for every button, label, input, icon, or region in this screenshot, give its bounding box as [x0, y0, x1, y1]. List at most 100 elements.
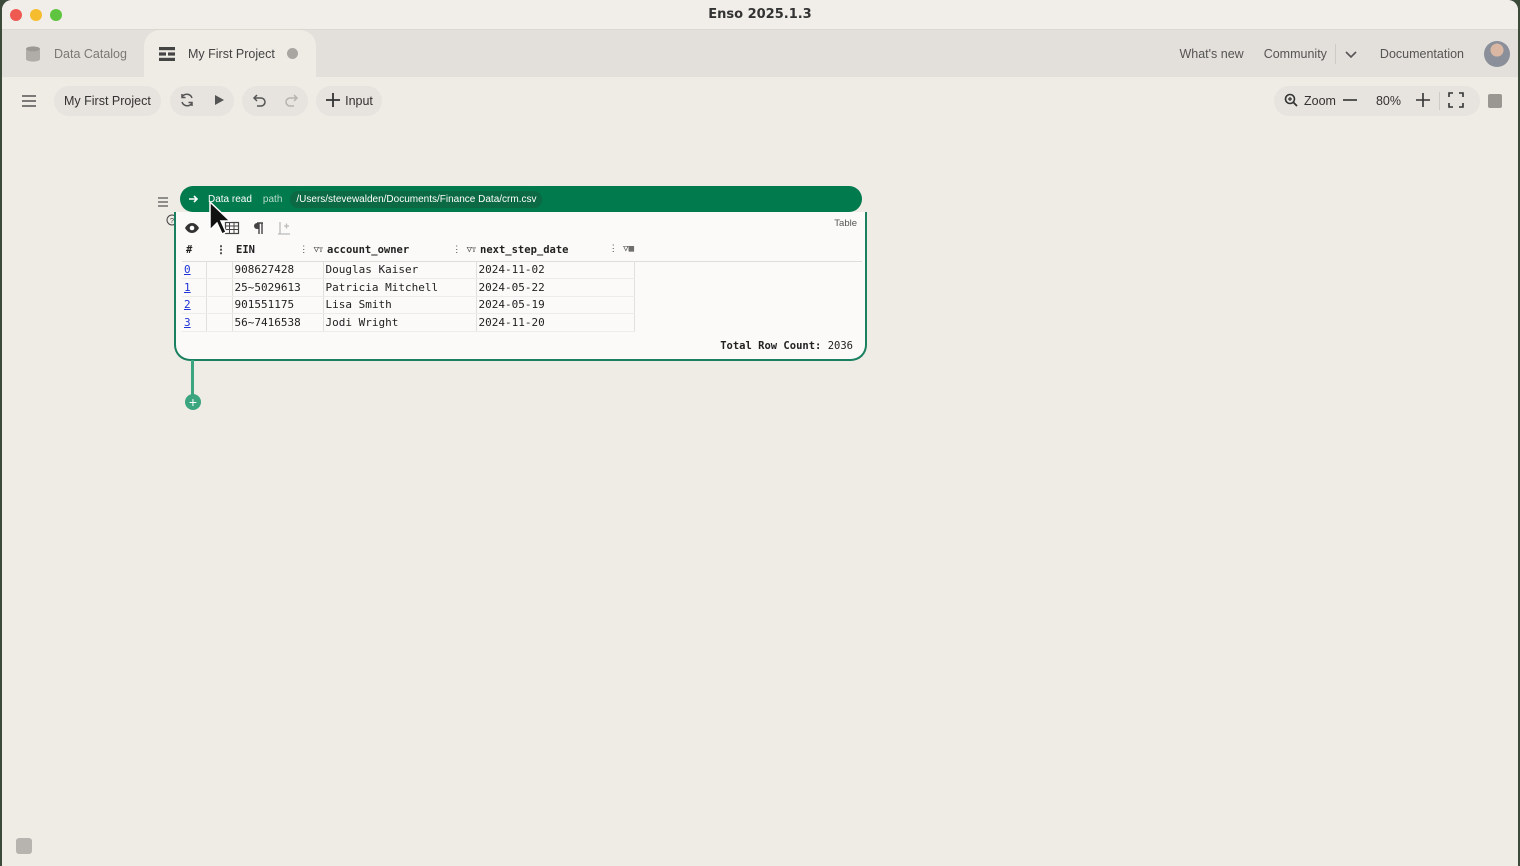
- table-cell: 2024-05-19: [476, 296, 635, 314]
- node-header[interactable]: Data read path /Users/stevewalden/Docume…: [180, 186, 862, 212]
- table-cell: Jodi Wright: [323, 313, 477, 332]
- column-header-label: next_step_date: [480, 244, 569, 257]
- tab-my-first-project[interactable]: My First Project: [144, 30, 316, 77]
- table-cell: [634, 296, 862, 314]
- tab-data-catalog-label: Data Catalog: [54, 46, 127, 61]
- table-cell: [206, 313, 233, 332]
- node-side-menu: ?: [152, 186, 178, 234]
- eye-icon[interactable]: [184, 220, 200, 236]
- table-cell: [634, 314, 862, 332]
- table-cell: 25~5029613: [232, 278, 324, 297]
- row-index-link[interactable]: 1: [182, 278, 207, 297]
- table-header-row: # ⋮ EIN ⋮ ▽ᴛ account_owner ⋮ ▽ᴛ next_step_…: [182, 240, 862, 262]
- table-cell: [634, 261, 862, 279]
- add-node-button[interactable]: +: [185, 394, 201, 410]
- output-connection-line: [191, 360, 194, 396]
- chevron-down-icon[interactable]: [1344, 47, 1358, 61]
- table-cell: 56~7416538: [232, 313, 324, 332]
- table-cell: [634, 279, 862, 297]
- app-window: Enso 2025.1.3 Data Catalog My First Proj…: [2, 0, 1518, 866]
- row-index-link[interactable]: 2: [182, 296, 207, 314]
- user-avatar[interactable]: [1484, 40, 1510, 67]
- table-row[interactable]: 0 908627428 Douglas Kaiser 2024-11-02: [182, 261, 862, 279]
- row-index-link[interactable]: 3: [182, 313, 207, 332]
- column-menu-icon[interactable]: ⋮: [206, 240, 232, 262]
- path-argument-input[interactable]: /Users/stevewalden/Documents/Finance Dat…: [290, 190, 543, 208]
- arrow-right-icon: [182, 188, 204, 210]
- paragraph-icon[interactable]: [250, 220, 266, 236]
- close-tab-button[interactable]: [286, 48, 298, 59]
- zoom-label: Zoom: [1304, 94, 1336, 108]
- table-cell: [206, 296, 233, 314]
- table-row[interactable]: 1 25~5029613 Patricia Mitchell 2024-05-2…: [182, 278, 862, 297]
- undo-icon[interactable]: [251, 92, 267, 111]
- column-filter-icon[interactable]: ⋮ ▽ᴛ: [452, 244, 476, 255]
- data-table: # ⋮ EIN ⋮ ▽ᴛ account_owner ⋮ ▽ᴛ next_step_…: [182, 240, 862, 332]
- table-visualization: Table # ⋮ EIN ⋮ ▽ᴛ account_owner ⋮ ▽ᴛ next…: [174, 212, 867, 361]
- column-header-label: EIN: [236, 244, 255, 257]
- redo-icon[interactable]: [284, 92, 300, 111]
- play-icon[interactable]: [212, 93, 226, 110]
- whats-new-link[interactable]: What's new: [1179, 47, 1243, 61]
- zoom-in-button[interactable]: [1415, 92, 1431, 111]
- zoom-value: 80%: [1375, 94, 1401, 108]
- undo-redo-controls: [242, 86, 308, 116]
- divider: [1334, 43, 1336, 64]
- column-header-account-owner[interactable]: account_owner ⋮ ▽ᴛ: [323, 240, 476, 262]
- node-menu-icon[interactable]: [157, 194, 169, 212]
- table-cell: 2024-11-20: [476, 313, 635, 332]
- window-title: Enso 2025.1.3: [708, 7, 812, 22]
- row-index-link[interactable]: 0: [182, 261, 207, 279]
- tab-bar: Data Catalog My First Project What's new…: [2, 30, 1518, 77]
- column-header-index: #: [182, 240, 206, 262]
- column-filter-icon[interactable]: ⋮ ▽ᴛ: [299, 244, 323, 255]
- toggle-right-panel-button[interactable]: [1488, 94, 1502, 108]
- add-input-button[interactable]: Input: [316, 86, 382, 116]
- plus-icon: [325, 92, 341, 111]
- execution-controls: [170, 86, 234, 116]
- project-name-label: My First Project: [64, 94, 151, 108]
- visualization-type-selector[interactable]: Table: [834, 218, 857, 229]
- table-cell: Douglas Kaiser: [323, 261, 477, 279]
- zoom-controls: Zoom 80%: [1274, 86, 1480, 116]
- divider: [1438, 92, 1440, 110]
- visualization-toolbar: [184, 220, 292, 236]
- zoom-out-button[interactable]: [1342, 92, 1358, 111]
- table-row[interactable]: 2 901551175 Lisa Smith 2024-05-19: [182, 296, 862, 314]
- table-cell: 901551175: [232, 296, 324, 314]
- table-cell: 908627428: [232, 261, 324, 279]
- tab-data-catalog[interactable]: Data Catalog: [24, 30, 127, 77]
- column-filter-icon[interactable]: ⋮ ▽▦: [609, 244, 634, 254]
- add-input-label: Input: [345, 94, 373, 108]
- zoom-icon: [1284, 93, 1298, 110]
- project-name-button[interactable]: My First Project: [54, 86, 161, 116]
- row-count-value: 2036: [827, 340, 853, 352]
- fullscreen-icon[interactable]: [1448, 91, 1464, 111]
- table-cell: 2024-05-22: [476, 278, 635, 297]
- header-links: What's new Community Documentation: [1179, 30, 1518, 77]
- table-row[interactable]: 3 56~7416538 Jodi Wright 2024-11-20: [182, 313, 862, 332]
- column-header-label: account_owner: [327, 244, 410, 257]
- total-row-count: Total Row Count: 2036: [720, 340, 853, 352]
- sort-icon[interactable]: [276, 220, 292, 236]
- documentation-link[interactable]: Documentation: [1380, 47, 1464, 61]
- community-link[interactable]: Community: [1264, 47, 1327, 61]
- hamburger-menu-icon[interactable]: [20, 92, 38, 110]
- table-cell: [206, 278, 233, 297]
- argument-name: path: [262, 193, 283, 205]
- table-cell: 2024-11-02: [476, 261, 635, 279]
- title-bar: Enso 2025.1.3: [2, 0, 1518, 30]
- toggle-bottom-panel-button[interactable]: [16, 838, 32, 854]
- table-cell: Lisa Smith: [323, 296, 477, 314]
- mouse-cursor-icon: [208, 200, 232, 238]
- table-cell: [206, 261, 233, 279]
- empty-header: [634, 240, 862, 262]
- column-header-next-step-date[interactable]: next_step_date ⋮ ▽▦: [476, 240, 634, 262]
- tab-my-first-project-label: My First Project: [188, 46, 275, 61]
- table-cell: Patricia Mitchell: [323, 278, 477, 297]
- column-header-ein[interactable]: EIN ⋮ ▽ᴛ: [232, 240, 323, 262]
- database-icon: [24, 45, 42, 63]
- graph-editor-icon: [158, 45, 176, 63]
- refresh-icon[interactable]: [179, 92, 195, 111]
- row-count-label: Total Row Count:: [720, 340, 822, 352]
